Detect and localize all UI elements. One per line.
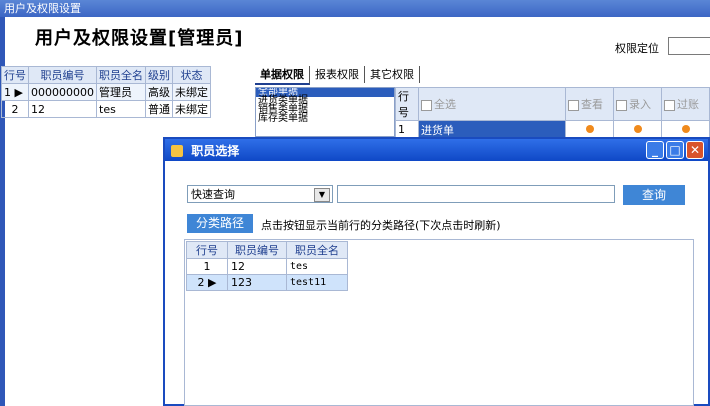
entry-checkbox[interactable]: [616, 99, 627, 111]
tab-report-perms[interactable]: 报表权限: [310, 66, 365, 83]
col-num: 行号: [186, 241, 228, 259]
table-row[interactable]: 2 12 tes 普通 未绑定: [1, 100, 211, 118]
query-type-select[interactable]: 快速查询 ▼: [187, 185, 333, 203]
col-status: 状态: [172, 66, 211, 84]
query-input[interactable]: [337, 185, 615, 203]
category-path-button[interactable]: 分类路径: [187, 214, 253, 233]
permission-dot-icon[interactable]: [681, 125, 690, 133]
permission-dot-icon[interactable]: [585, 125, 594, 133]
query-button[interactable]: 查询: [623, 185, 685, 205]
employee-select-dialog: 职员选择 _ □ ✕ 快速查询 ▼ 查询 分类路径 点击按钮显示当前行的分类路径…: [163, 137, 710, 406]
post-checkbox[interactable]: [664, 99, 675, 111]
select-all-checkbox[interactable]: [421, 99, 432, 111]
col-code: 职员编号: [28, 66, 97, 84]
col-name: 职员全名: [96, 66, 146, 84]
list-item[interactable]: 库存类单据: [256, 114, 394, 124]
col-num: 行号: [1, 66, 29, 84]
permission-dot-icon[interactable]: [633, 125, 642, 133]
path-hint: 点击按钮显示当前行的分类路径(下次点击时刷新): [261, 219, 501, 232]
permission-grid: 行号 全选 查看 录入 过账 1 进货单: [395, 87, 710, 139]
table-row[interactable]: 1 ▶ 000000000 管理员 高级 未绑定: [1, 83, 211, 101]
col-level: 级别: [145, 66, 173, 84]
minimize-button[interactable]: _: [646, 141, 664, 159]
locate-input[interactable]: [668, 37, 710, 55]
table-row[interactable]: 1 12 tes: [186, 258, 348, 275]
tab-document-perms[interactable]: 单据权限: [255, 66, 310, 85]
chevron-down-icon: ▼: [314, 188, 330, 202]
row-marker-icon: ▶: [14, 85, 23, 99]
table-row[interactable]: 1 进货单: [395, 120, 710, 139]
dialog-titlebar: 职员选择 _ □ ✕: [165, 139, 708, 161]
col-code: 职员编号: [227, 241, 287, 259]
employee-list-panel: 行号 职员编号 职员全名 1 12 tes 2 ▶ 123 test11: [184, 239, 694, 406]
doc-category-list: 全部单据 进货类单据 销售类单据 库存类单据: [255, 87, 395, 137]
table-row[interactable]: 2 ▶ 123 test11: [186, 274, 348, 291]
employee-table: 行号 职员编号 职员全名 1 12 tes 2 ▶ 123 test11: [186, 241, 348, 291]
row-marker-icon: ▶: [208, 276, 217, 289]
maximize-button[interactable]: □: [666, 141, 684, 159]
dialog-title: 职员选择: [191, 143, 240, 158]
locate-label: 权限定位: [615, 42, 659, 55]
window-title: 用户及权限设置: [0, 0, 710, 17]
page-title: 用户及权限设置[管理员]: [35, 28, 244, 49]
permission-tabs: 单据权限 报表权限 其它权限: [255, 66, 420, 85]
user-table: 行号 职员编号 职员全名 级别 状态 1 ▶ 000000000 管理员 高级 …: [1, 66, 211, 118]
app-icon: [171, 144, 183, 157]
view-checkbox[interactable]: [568, 99, 579, 111]
col-name: 职员全名: [286, 241, 348, 259]
tab-other-perms[interactable]: 其它权限: [365, 66, 420, 83]
close-button[interactable]: ✕: [686, 141, 704, 159]
